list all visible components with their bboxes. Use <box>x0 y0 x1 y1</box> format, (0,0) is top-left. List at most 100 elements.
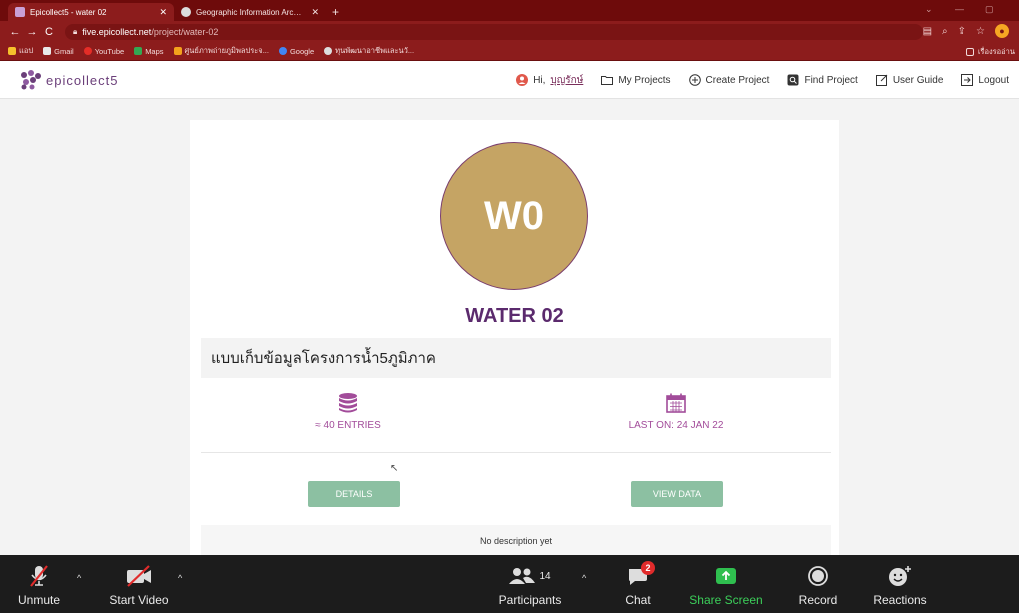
nav-my-projects[interactable]: My Projects <box>601 74 671 86</box>
globe-favicon-icon <box>181 7 191 17</box>
chat-badge: 2 <box>641 561 655 575</box>
epicollect-favicon-icon <box>15 7 25 17</box>
bookmark-fund[interactable]: ทุนพัฒนาอาชีพและนวั... <box>324 45 414 57</box>
participants-button[interactable]: 14 Participants <box>490 555 570 613</box>
participants-options-chevron-icon[interactable]: ^ <box>582 573 586 583</box>
lock-icon: 🔒︎ <box>73 26 78 36</box>
new-tab-button[interactable]: + <box>326 3 345 21</box>
participants-label: Participants <box>498 593 562 607</box>
bookmark-google[interactable]: Google <box>278 46 315 56</box>
tab-geographic-archive[interactable]: Geographic Information Archive ✕ <box>174 3 326 21</box>
last-on-stat: LAST ON: 24 JAN 22 <box>576 392 776 431</box>
bookmark-maps[interactable]: Maps <box>134 46 164 56</box>
minimize-icon[interactable]: — <box>955 4 964 14</box>
record-button[interactable]: Record <box>790 555 846 613</box>
details-button[interactable]: DETAILS <box>308 481 400 507</box>
video-options-chevron-icon[interactable]: ^ <box>178 573 182 583</box>
bookmarks-bar: แอป Gmail YouTube Maps ศูนย์ภาพถ่ายภูมิพ… <box>0 42 1019 61</box>
project-avatar: W0 <box>440 142 588 290</box>
bookmark-youtube[interactable]: YouTube <box>83 46 125 56</box>
share-icon[interactable]: ⇪ <box>958 26 966 37</box>
back-arrow-icon[interactable]: ← <box>8 26 22 38</box>
gmail-icon <box>43 47 52 55</box>
maps-icon <box>134 47 143 55</box>
muted-microphone-icon <box>28 559 50 593</box>
project-subtitle-text: แบบเก็บข้อมูลโครงการน้ำ5ภูมิภาค <box>211 350 436 367</box>
chat-button[interactable]: 2 Chat <box>618 555 658 613</box>
bookmark-icon <box>173 47 182 55</box>
url-input[interactable]: 🔒︎ five.epicollect.net /project/water-02 <box>65 23 923 40</box>
google-icon <box>278 47 287 55</box>
tab-close-icon[interactable]: ✕ <box>159 7 167 18</box>
reactions-label: Reactions <box>873 593 927 607</box>
globe-icon <box>324 47 333 55</box>
share-screen-icon <box>715 559 737 593</box>
plus-circle-icon <box>688 74 701 86</box>
reading-list[interactable]: เรื่องรออ่าน <box>965 46 1015 58</box>
epicollect-logo[interactable]: epicollect5 <box>20 70 118 90</box>
nav-create-project[interactable]: Create Project <box>688 74 770 86</box>
folder-icon <box>601 74 614 86</box>
tab-close-icon[interactable]: ✕ <box>311 7 319 18</box>
chat-label: Chat <box>625 593 651 607</box>
search-icon <box>787 74 799 86</box>
tab-label: Epicollect5 - water 02 <box>30 7 107 17</box>
maximize-icon[interactable]: ▢ <box>985 4 994 15</box>
bookmark-label: Google <box>289 46 315 56</box>
participants-icon: 14 <box>509 559 551 593</box>
record-label: Record <box>798 593 838 607</box>
zoom-icon[interactable]: ⌕ <box>942 26 948 37</box>
share-screen-label: Share Screen <box>689 593 763 607</box>
translate-icon[interactable]: ▤ <box>923 26 932 37</box>
project-subtitle: แบบเก็บข้อมูลโครงการน้ำ5ภูมิภาค <box>201 338 831 378</box>
last-on-date: LAST ON: 24 JAN 22 <box>628 420 724 431</box>
participants-count: 14 <box>539 570 551 582</box>
browser-actions: ▤ ⌕ ⇪ ☆ ● <box>923 24 1009 38</box>
bookmark-apps[interactable]: แอป <box>8 45 33 57</box>
user-greeting[interactable]: Hi, บุญรักษ์ <box>516 73 583 88</box>
bookmark-label: YouTube <box>94 46 125 56</box>
bookmark-archive[interactable]: ศูนย์ภาพถ่ายภูมิพลประจ... <box>173 45 269 57</box>
nav-find-project[interactable]: Find Project <box>787 74 858 86</box>
divider <box>201 452 831 453</box>
edit-icon <box>875 74 888 86</box>
share-screen-button[interactable]: Share Screen <box>686 555 766 613</box>
youtube-icon <box>83 47 92 55</box>
bookmark-gmail[interactable]: Gmail <box>43 47 74 56</box>
bookmark-label: Maps <box>145 46 164 56</box>
url-path: /project/water-02 <box>151 26 219 37</box>
tab-epicollect[interactable]: Epicollect5 - water 02 ✕ <box>8 3 174 21</box>
create-project-label: Create Project <box>705 74 770 86</box>
web-page: epicollect5 Hi, บุญรักษ์ My Projects Cre… <box>0 61 1019 555</box>
bookmark-label: ทุนพัฒนาอาชีพและนวั... <box>335 46 415 55</box>
project-card: W0 WATER 02 แบบเก็บข้อมูลโครงการน้ำ5ภูมิ… <box>190 120 839 555</box>
bookmark-label: แอป <box>19 46 34 55</box>
zoom-toolbar: Unmute ^ Start Video ^ 14 Participants ^… <box>0 555 1019 613</box>
reload-icon[interactable]: C <box>42 26 56 38</box>
browser-tab-bar: Epicollect5 - water 02 ✕ Geographic Info… <box>0 0 1019 21</box>
my-projects-label: My Projects <box>618 74 671 86</box>
nav-logout[interactable]: Logout <box>961 74 1009 86</box>
username-text: บุญรักษ์ <box>550 74 584 86</box>
find-project-label: Find Project <box>804 74 858 86</box>
reactions-button[interactable]: Reactions <box>866 555 934 613</box>
nav-items: Hi, บุญรักษ์ My Projects Create Project <box>516 61 1009 99</box>
project-name: WATER 02 <box>465 305 564 327</box>
tab-search-icon[interactable]: ⌄ <box>925 4 933 15</box>
audio-options-chevron-icon[interactable]: ^ <box>77 573 81 583</box>
project-description: No description yet <box>201 525 831 555</box>
start-video-label: Start Video <box>109 593 169 607</box>
record-icon <box>807 559 829 593</box>
start-video-button[interactable]: Start Video <box>104 555 174 613</box>
browser-address-bar: ← → C 🔒︎ five.epicollect.net /project/wa… <box>0 21 1019 42</box>
site-navbar: epicollect5 Hi, บุญรักษ์ My Projects Cre… <box>0 61 1019 99</box>
unmute-button[interactable]: Unmute <box>14 555 64 613</box>
reading-list-icon <box>965 48 974 56</box>
forward-arrow-icon[interactable]: → <box>25 26 39 38</box>
nav-user-guide[interactable]: User Guide <box>875 74 943 86</box>
view-data-button[interactable]: VIEW DATA <box>631 481 723 507</box>
profile-avatar-icon[interactable]: ● <box>995 24 1009 38</box>
epicollect-logo-icon <box>21 70 41 90</box>
bookmark-star-icon[interactable]: ☆ <box>976 26 985 37</box>
screen: Epicollect5 - water 02 ✕ Geographic Info… <box>0 0 1019 613</box>
